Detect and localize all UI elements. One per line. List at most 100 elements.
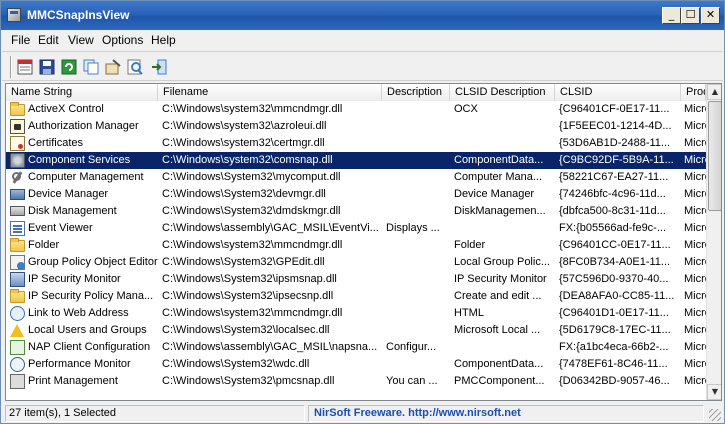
filename-cell: C:\Windows\System32\wdc.dll: [162, 358, 310, 370]
table-row[interactable]: Certificates C:\Windows\system32\certmgr.…: [6, 135, 706, 152]
computer-management-icon: [10, 170, 25, 185]
filename-cell: C:\Windows\System32\pmcsnap.dll: [162, 375, 335, 387]
clsid-description-cell: OCX: [454, 103, 478, 115]
description-cell: You can ...: [386, 375, 438, 387]
menu-edit[interactable]: Edit: [38, 33, 59, 47]
column-header-clsid-description[interactable]: CLSID Description: [450, 84, 555, 101]
menu-help[interactable]: Help: [151, 33, 176, 47]
name-cell: Certificates: [28, 137, 84, 149]
clsid-description-cell: ComponentData...: [454, 358, 544, 370]
clsid-description-cell: Create and edit ...: [454, 290, 542, 302]
table-row[interactable]: ActiveX Control C:\Windows\system32\mmcnd…: [6, 101, 706, 118]
scroll-thumb[interactable]: [708, 101, 721, 211]
clsid-description-cell: PMCComponent...: [454, 375, 545, 387]
description-cell: [386, 135, 450, 152]
name-cell: Authorization Manager: [28, 120, 139, 132]
table-row[interactable]: Folder C:\Windows\system32\mmcndmgr.dll Fo…: [6, 237, 706, 254]
product-cell: Micro: [684, 205, 706, 217]
clsid-cell: {C9BC92DF-5B9A-11...: [559, 154, 674, 166]
save-button[interactable]: [38, 58, 56, 76]
table-row[interactable]: Device Manager C:\Windows\System32\devmgr…: [6, 186, 706, 203]
description-cell: [386, 254, 450, 271]
menu-file[interactable]: File: [11, 33, 30, 47]
table-row[interactable]: Disk Management C:\Windows\System32\dmdsk…: [6, 203, 706, 220]
name-cell: Component Services: [28, 154, 131, 166]
clsid-description-cell: DiskManagemen...: [454, 205, 546, 217]
table-row[interactable]: Component Services C:\Windows\system32\co…: [6, 152, 706, 169]
table-row[interactable]: Local Users and Groups C:\Windows\System3…: [6, 322, 706, 339]
table-row[interactable]: Print Management C:\Windows\System32\pmcs…: [6, 373, 706, 390]
app-icon: [7, 8, 21, 22]
filename-cell: C:\Windows\System32\GPEdit.dll: [162, 256, 325, 268]
name-cell: Folder: [28, 239, 60, 251]
clsid-description-cell: Folder: [454, 239, 486, 251]
component-services-icon: [10, 153, 25, 168]
refresh-button[interactable]: [60, 58, 78, 76]
product-cell: Micro: [684, 154, 706, 166]
warning-icon: [10, 323, 25, 338]
find-button[interactable]: [126, 58, 144, 76]
table-row[interactable]: Authorization Manager C:\Windows\system32…: [6, 118, 706, 135]
clsid-cell: FX:{a1bc4eca-66b2-...: [559, 341, 669, 353]
table-row[interactable]: IP Security Monitor C:\Windows\System32\i…: [6, 271, 706, 288]
group-policy-icon: [10, 255, 25, 270]
toolbar: [2, 51, 723, 81]
clsid-cell: FX:{b05566ad-fe9c-...: [559, 222, 667, 234]
column-header-filename[interactable]: Filename: [158, 84, 382, 101]
menu-options[interactable]: Options: [102, 33, 143, 47]
description-cell: [386, 169, 450, 186]
scroll-up-button[interactable]: ▲: [707, 84, 721, 100]
name-cell: Group Policy Object Editor: [28, 256, 158, 268]
clsid-cell: {5D6179C8-17EC-11...: [559, 324, 671, 336]
table-row[interactable]: Performance Monitor C:\Windows\System32\w…: [6, 356, 706, 373]
filename-cell: C:\Windows\System32\devmgr.dll: [162, 188, 326, 200]
name-cell: Event Viewer: [28, 222, 93, 234]
toolbar-separator: [10, 56, 12, 78]
name-cell: Local Users and Groups: [28, 324, 147, 336]
product-cell: Micro: [684, 358, 706, 370]
name-cell: IP Security Monitor: [28, 273, 121, 285]
certificate-icon: [10, 136, 25, 151]
maximize-button[interactable]: ☐: [681, 7, 700, 24]
column-header-description[interactable]: Description: [382, 84, 450, 101]
filename-cell: C:\Windows\assembly\GAC_MSIL\napsna...: [162, 341, 378, 353]
exit-button[interactable]: [150, 58, 168, 76]
filename-cell: C:\Windows\System32\ipsecsnp.dll: [162, 290, 334, 302]
event-viewer-icon: [10, 221, 25, 236]
clsid-description-cell: [454, 118, 554, 135]
snapins-list[interactable]: Name String Filename Description CLSID D…: [5, 83, 722, 401]
table-row[interactable]: NAP Client Configuration C:\Windows\assem…: [6, 339, 706, 356]
product-cell: Micro: [684, 273, 706, 285]
nirsoft-link[interactable]: NirSoft Freeware. http://www.nirsoft.net: [308, 405, 704, 422]
list-header: Name String Filename Description CLSID D…: [6, 84, 706, 101]
table-row[interactable]: Computer Management C:\Windows\System32\m…: [6, 169, 706, 186]
product-cell: Micro: [684, 120, 706, 132]
table-row[interactable]: Event Viewer C:\Windows\assembly\GAC_MSIL…: [6, 220, 706, 237]
product-cell: Micro: [684, 375, 706, 387]
column-header-clsid[interactable]: CLSID: [555, 84, 681, 101]
column-header-name-string[interactable]: Name String: [6, 84, 158, 101]
close-button[interactable]: ✕: [701, 7, 720, 24]
clsid-cell: {C96401D1-0E17-11...: [559, 307, 669, 319]
table-row[interactable]: Link to Web Address C:\Windows\system32\m…: [6, 305, 706, 322]
minimize-button[interactable]: _: [662, 7, 681, 24]
table-row[interactable]: IP Security Policy Mana... C:\Windows\Sys…: [6, 288, 706, 305]
save-report-button[interactable]: [16, 58, 34, 76]
product-cell: Micro: [684, 239, 706, 251]
menu-view[interactable]: View: [68, 33, 94, 47]
scroll-down-button[interactable]: ▼: [707, 384, 721, 400]
copy-button[interactable]: [82, 58, 100, 76]
product-cell: Micro: [684, 188, 706, 200]
vertical-scrollbar[interactable]: ▲ ▼: [706, 84, 721, 400]
title-bar[interactable]: MMCSnapInsView _ ☐ ✕: [1, 1, 724, 30]
properties-button[interactable]: [104, 58, 122, 76]
resize-grip-icon[interactable]: [709, 409, 721, 421]
column-header-product[interactable]: Prod: [681, 84, 706, 101]
product-cell: Micro: [684, 222, 706, 234]
filename-cell: C:\Windows\system32\mmcndmgr.dll: [162, 239, 343, 251]
description-cell: [386, 305, 450, 322]
description-cell: [386, 152, 450, 169]
clsid-cell: {C96401CC-0E17-11...: [559, 239, 671, 251]
table-row[interactable]: Group Policy Object Editor C:\Windows\Sys…: [6, 254, 706, 271]
description-cell: Displays ...: [386, 222, 440, 234]
